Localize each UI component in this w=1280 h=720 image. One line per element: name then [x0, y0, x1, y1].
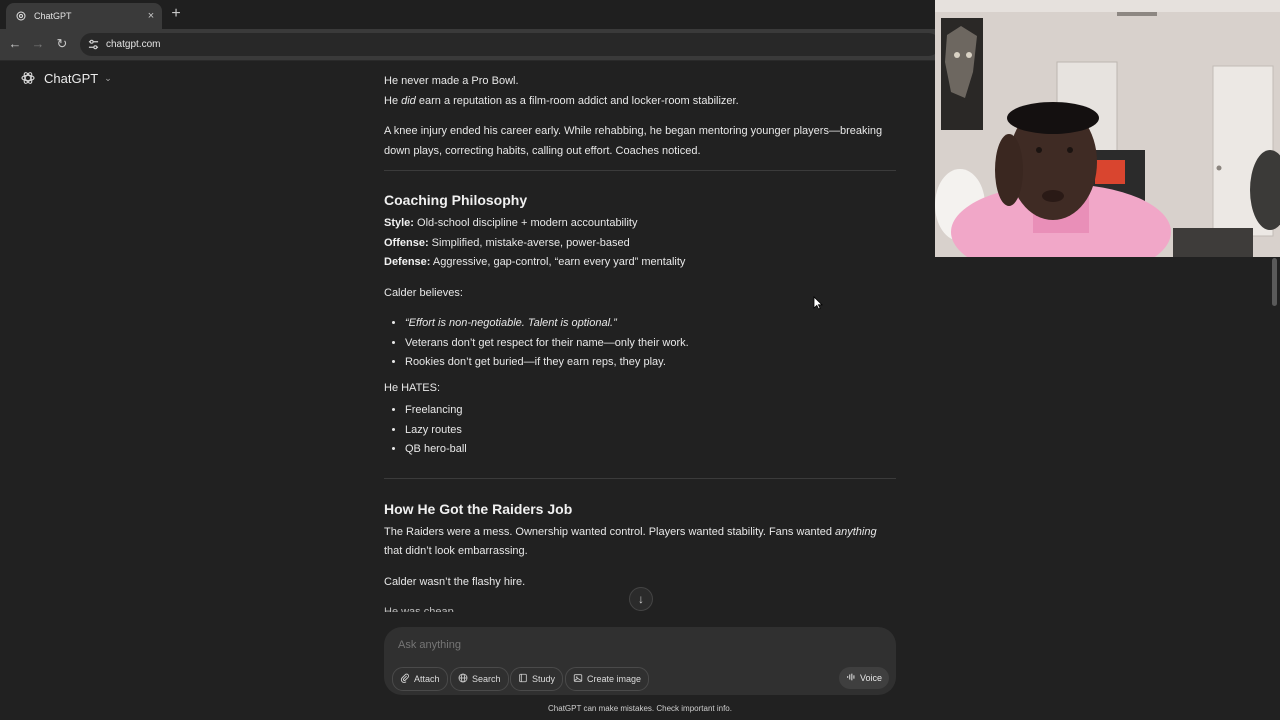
image-icon	[573, 673, 583, 686]
style-line: Style: Old-school discipline + modern ac…	[384, 217, 638, 229]
attach-label: Attach	[414, 674, 440, 684]
study-button[interactable]: Study	[510, 667, 564, 691]
paragraph: A knee injury ended his career early. Wh…	[384, 125, 883, 157]
assistant-message: He never made a Pro Bowl. He did earn a …	[384, 72, 896, 612]
emphasis-text: did	[401, 94, 416, 107]
emphasis-text: anything	[835, 525, 877, 538]
create-image-label: Create image	[587, 674, 642, 684]
globe-icon	[458, 673, 468, 686]
chatgpt-favicon-icon	[14, 9, 28, 23]
divider	[384, 170, 896, 171]
forward-icon[interactable]: →	[30, 36, 46, 52]
tab-close-icon[interactable]: ×	[144, 10, 158, 22]
new-tab-button[interactable]: +	[168, 6, 184, 22]
reload-icon[interactable]: ↻	[54, 36, 70, 52]
search-button[interactable]: Search	[450, 667, 509, 691]
section-heading: How He Got the Raiders Job	[384, 500, 573, 517]
list-item: “Effort is non-negotiable. Talent is opt…	[405, 314, 896, 334]
paragraph: The Raiders were a mess. Ownership wante…	[384, 525, 877, 558]
book-icon	[518, 673, 528, 686]
scroll-down-button[interactable]: ↓	[629, 587, 653, 611]
voice-label: Voice	[859, 673, 883, 683]
study-label: Study	[532, 674, 556, 684]
hates-list: Freelancing Lazy routes QB hero-ball	[384, 401, 896, 460]
attach-button[interactable]: Attach	[392, 667, 448, 691]
page-scrollbar-thumb[interactable]	[1272, 258, 1277, 306]
search-label: Search	[472, 674, 501, 684]
url-text: chatgpt.com	[106, 39, 161, 50]
list-item: Lazy routes	[405, 421, 896, 441]
divider	[384, 477, 896, 479]
chevron-down-icon: ⌄	[104, 72, 112, 83]
site-info-icon[interactable]	[86, 38, 100, 52]
back-icon[interactable]: ←	[7, 36, 23, 52]
tab-title: ChatGPT	[34, 11, 72, 21]
model-selector[interactable]: ChatGPT ⌄	[20, 70, 112, 86]
offense-line: Offense: Simplified, mistake-averse, pow…	[384, 236, 630, 249]
prompt-input[interactable]	[398, 639, 818, 651]
browser-tab[interactable]: ChatGPT ×	[6, 3, 162, 29]
webcam-image	[935, 0, 1280, 257]
create-image-button[interactable]: Create image	[565, 667, 650, 691]
list-item: QB hero-ball	[405, 440, 896, 460]
mouse-cursor-icon	[813, 296, 823, 310]
defense-line: Defense: Aggressive, gap-control, “earn …	[384, 256, 686, 268]
voice-button[interactable]: Voice	[839, 667, 889, 689]
list-item: Freelancing	[405, 401, 896, 421]
paragraph: He never made a Pro Bowl.	[384, 75, 519, 87]
waveform-icon	[846, 672, 856, 684]
section-heading: Coaching Philosophy	[384, 192, 528, 208]
list-item: Rookies don’t get buried—if they earn re…	[405, 353, 896, 373]
disclaimer: ChatGPT can make mistakes. Check importa…	[548, 704, 732, 713]
beliefs-list: “Effort is non-negotiable. Talent is opt…	[384, 314, 896, 373]
paragraph: He HATES:	[384, 381, 441, 394]
chatgpt-logo-icon	[21, 72, 35, 84]
paperclip-icon	[400, 673, 410, 686]
webcam-overlay	[935, 0, 1280, 257]
composer: Attach Search Study Create image Voice	[384, 627, 896, 695]
paragraph: He did earn a reputation as a film-room …	[384, 94, 739, 107]
list-item: Veterans don’t get respect for their nam…	[405, 334, 896, 354]
address-bar[interactable]: chatgpt.com	[80, 33, 940, 56]
app-name: ChatGPT	[44, 70, 99, 86]
